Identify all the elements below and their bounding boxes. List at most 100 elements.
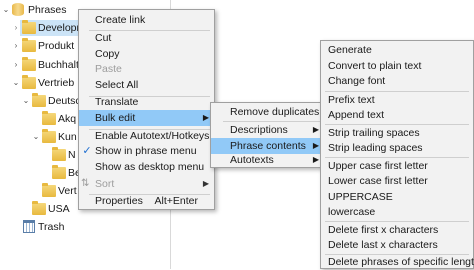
menu-item-bulk-edit[interactable]: Bulk edit ▶ — [79, 110, 214, 126]
expanded-chevron-icon[interactable]: ⌄ — [21, 93, 31, 109]
menu-item-label: Upper case first letter — [328, 160, 428, 172]
menu-item-delete-first-x-characters[interactable]: Delete first x characters — [321, 222, 473, 238]
menu-item-remove-duplicates[interactable]: Remove duplicates — [211, 104, 324, 120]
menu-item-label: Show as desktop menu — [95, 161, 205, 173]
menu-item-label: Bulk edit — [95, 112, 136, 124]
tree-item-produkt[interactable]: › Produkt — [15, 38, 80, 54]
menu-item-label: Paste — [95, 63, 122, 75]
tree-item-be[interactable]: Be — [50, 165, 81, 181]
folder-icon — [42, 129, 56, 143]
menu-item-copy[interactable]: Copy — [79, 46, 214, 62]
tree-item-development[interactable]: › Developm — [15, 20, 85, 36]
menu-item-label: Delete phrases of specific length — [328, 256, 474, 268]
menu-item-label: Append text — [328, 109, 385, 121]
submenu-arrow-icon: ▶ — [312, 155, 319, 164]
expanded-chevron-icon[interactable]: ⌄ — [1, 2, 11, 18]
tree-item-vertrag[interactable]: Vert — [40, 183, 80, 199]
menu-item-label: Select All — [95, 79, 139, 91]
menu-item-enable-autotext[interactable]: Enable Autotext/Hotkeys — [79, 128, 214, 144]
menu-item-label: lowercase — [328, 206, 376, 218]
menu-item-label: Lower case first letter — [328, 175, 428, 187]
menu-item-label: Properties — [95, 195, 143, 207]
collapsed-chevron-icon[interactable]: › — [11, 57, 21, 73]
tree-item-label: N — [68, 149, 76, 161]
menu-item-label: Remove duplicates — [230, 106, 320, 118]
menu-item-show-as-desktop-menu[interactable]: Show as desktop menu — [79, 159, 214, 175]
expanded-chevron-icon[interactable]: ⌄ — [31, 129, 41, 145]
database-icon — [12, 3, 24, 16]
menu-item-label: Prefix text — [328, 94, 375, 106]
menu-item-upper-case-first-letter[interactable]: Upper case first letter — [321, 158, 473, 174]
menu-item-strip-trailing-spaces[interactable]: Strip trailing spaces — [321, 125, 473, 141]
menu-item-delete-phrases-specific-length[interactable]: Delete phrases of specific length — [321, 254, 474, 270]
folder-icon — [32, 93, 46, 107]
folder-icon — [22, 57, 36, 71]
checkmark-icon: ✓ — [82, 145, 92, 157]
menu-item-label: UPPERCASE — [328, 191, 393, 203]
menu-item-cut[interactable]: Cut — [79, 30, 214, 46]
tree-item-n[interactable]: N — [50, 147, 80, 163]
menu-item-append-text[interactable]: Append text — [321, 107, 473, 123]
expanded-chevron-icon[interactable]: ⌄ — [11, 75, 21, 91]
menu-item-label: Delete first x characters — [328, 224, 439, 236]
menu-item-lowercase[interactable]: lowercase — [321, 204, 473, 220]
collapsed-chevron-icon[interactable]: › — [11, 20, 21, 36]
tree-item-label: Phrases — [28, 4, 67, 16]
folder-icon — [22, 75, 36, 89]
menu-item-paste[interactable]: Paste — [79, 61, 214, 77]
context-menu: Create link Cut Copy Paste Select All Tr… — [78, 9, 215, 210]
tree-item-trash[interactable]: Trash — [20, 219, 80, 235]
menu-item-show-in-phrase-menu[interactable]: ✓ Show in phrase menu — [79, 143, 214, 159]
menu-item-change-font[interactable]: Change font — [321, 73, 473, 89]
menu-item-create-link[interactable]: Create link — [79, 12, 214, 28]
bulk-edit-submenu: Remove duplicates Descriptions ▶ Phrase … — [210, 102, 325, 168]
tree-item-label: Trash — [38, 221, 65, 233]
menu-item-descriptions[interactable]: Descriptions ▶ — [211, 122, 324, 138]
tree-item-label: Kun — [58, 131, 77, 143]
trash-icon — [23, 220, 35, 233]
menu-item-delete-last-x-characters[interactable]: Delete last x characters — [321, 237, 473, 253]
tree-item-akquise[interactable]: Akq — [40, 111, 80, 127]
menu-item-autotexts[interactable]: Autotexts ▶ — [211, 152, 324, 168]
submenu-arrow-icon: ▶ — [202, 113, 209, 122]
folder-icon — [52, 165, 66, 179]
menu-item-generate[interactable]: Generate — [321, 42, 473, 58]
submenu-arrow-icon: ▶ — [312, 125, 319, 134]
menu-item-label: Autotexts — [230, 154, 274, 166]
tree-item-deutschland[interactable]: ⌄ Deutsc — [23, 93, 81, 109]
menu-item-label: Strip trailing spaces — [328, 127, 420, 139]
tree-item-usa[interactable]: USA — [30, 201, 80, 217]
menu-item-uppercase[interactable]: UPPERCASE — [321, 189, 473, 205]
tree-item-kunden[interactable]: ⌄ Kun — [33, 129, 80, 145]
menu-item-label: Delete last x characters — [328, 239, 438, 251]
menu-item-label: Strip leading spaces — [328, 142, 423, 154]
tree-item-buchhaltung[interactable]: › Buchhaltu — [15, 57, 85, 73]
menu-item-shortcut: Alt+Enter — [154, 195, 198, 207]
tree-item-phrases[interactable]: ⌄ Phrases — [0, 2, 90, 18]
phrase-contents-submenu: Generate Convert to plain text Change fo… — [320, 40, 474, 269]
menu-item-lower-case-first-letter[interactable]: Lower case first letter — [321, 173, 473, 189]
menu-item-label: Convert to plain text — [328, 60, 422, 72]
menu-item-label: Translate — [95, 96, 139, 108]
menu-item-translate[interactable]: Translate — [79, 94, 214, 110]
menu-item-label: Cut — [95, 32, 112, 44]
menu-item-label: Enable Autotext/Hotkeys — [95, 130, 210, 142]
collapsed-chevron-icon[interactable]: › — [11, 38, 21, 54]
menu-item-label: Change font — [328, 75, 386, 87]
folder-icon — [32, 201, 46, 215]
menu-item-label: Sort — [95, 178, 115, 190]
menu-item-convert-plain-text[interactable]: Convert to plain text — [321, 58, 473, 74]
menu-item-strip-leading-spaces[interactable]: Strip leading spaces — [321, 140, 473, 156]
menu-item-label: Create link — [95, 14, 146, 26]
menu-item-label: Generate — [328, 44, 372, 56]
menu-item-label: Show in phrase menu — [95, 145, 197, 157]
tree-item-label: Vertrieb — [38, 77, 75, 89]
tree-item-vertrieb[interactable]: ⌄ Vertrieb — [13, 75, 80, 91]
menu-item-select-all[interactable]: Select All — [79, 77, 214, 93]
menu-item-prefix-text[interactable]: Prefix text — [321, 92, 473, 108]
folder-icon — [22, 38, 36, 52]
menu-item-properties[interactable]: Properties Alt+Enter — [79, 193, 214, 209]
tree-item-label: Akq — [58, 113, 77, 125]
menu-item-sort[interactable]: ⇅ Sort ▶ — [79, 176, 214, 192]
tree-item-label: Produkt — [38, 40, 75, 52]
